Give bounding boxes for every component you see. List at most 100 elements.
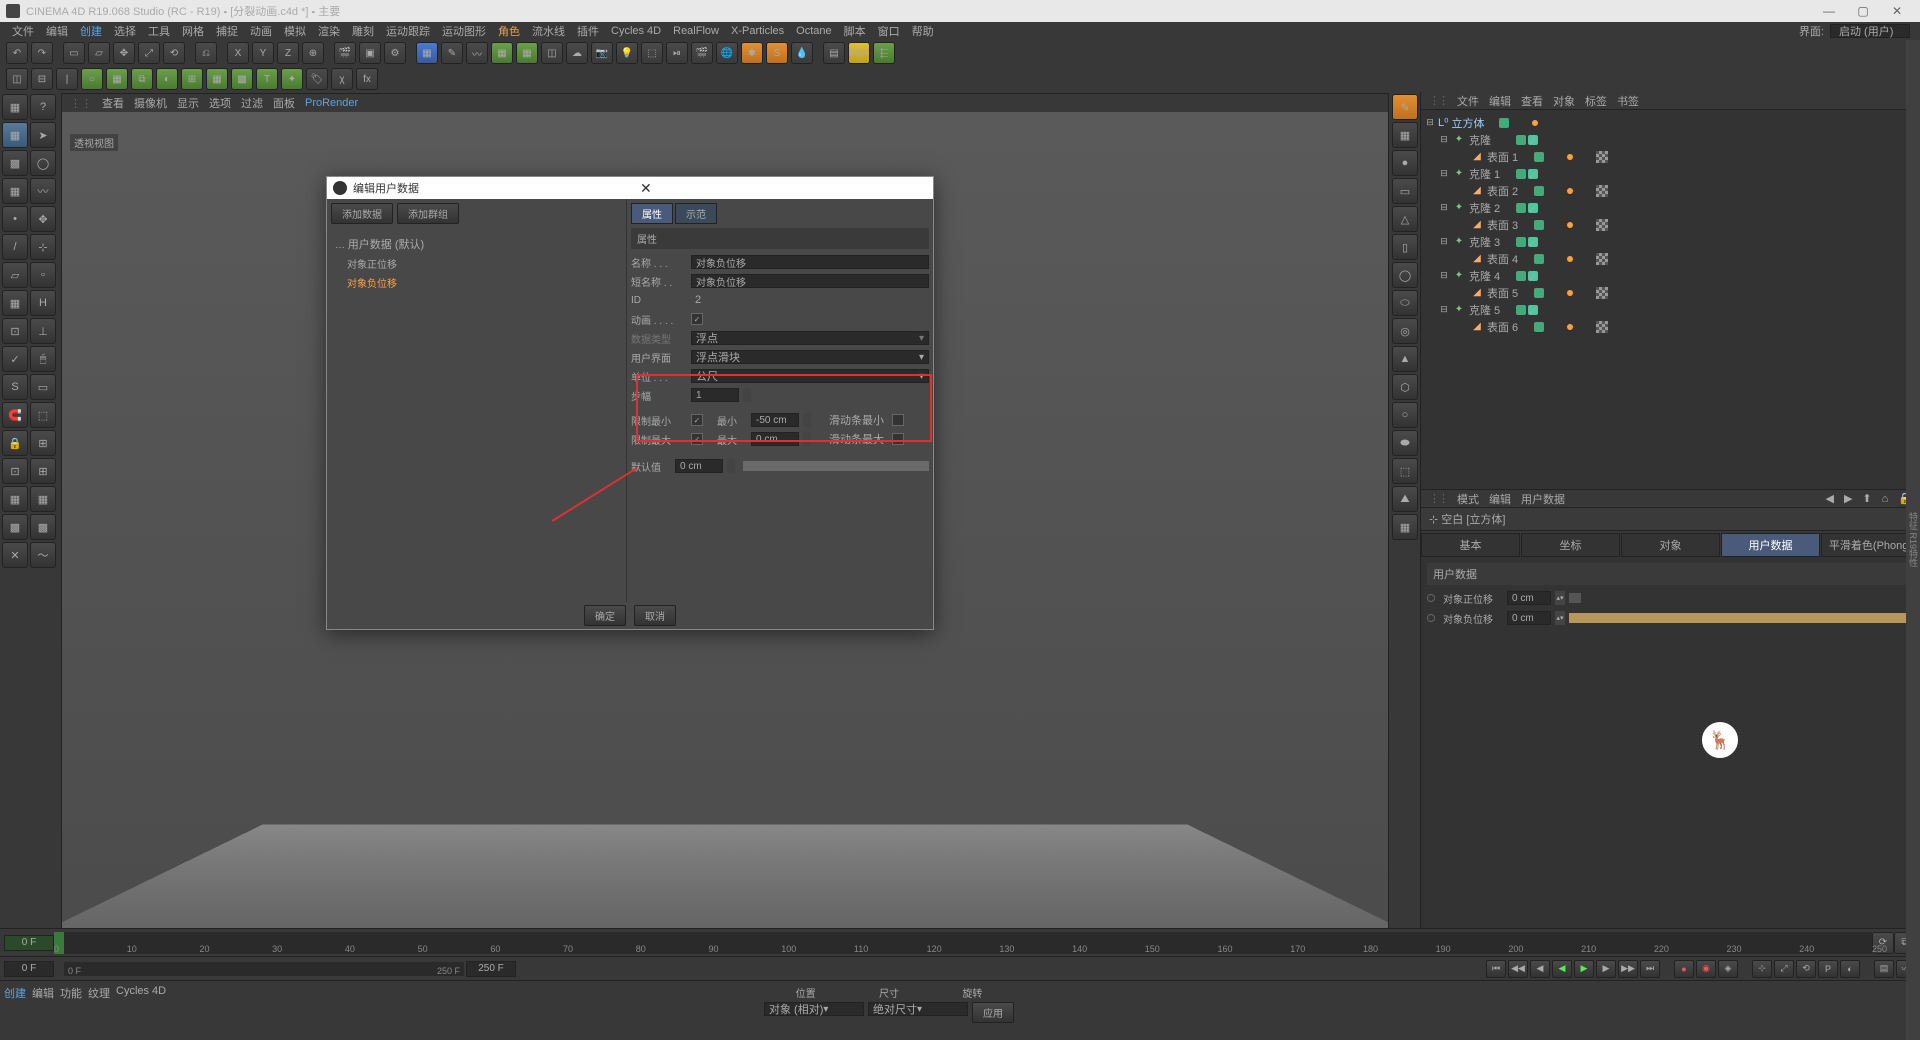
- move-tool-icon[interactable]: ✥: [30, 206, 56, 232]
- objmgr-menu-view[interactable]: 查看: [1521, 93, 1543, 109]
- vp-menu-panel[interactable]: 面板: [273, 95, 295, 111]
- cancel-button[interactable]: 取消: [634, 605, 676, 626]
- dlg-tab-attributes[interactable]: 属性: [631, 203, 673, 224]
- xpresso-icon[interactable]: χ: [331, 68, 353, 90]
- play-forward-icon[interactable]: ▶: [1574, 960, 1594, 978]
- poly-mode-icon[interactable]: ▱: [2, 262, 28, 288]
- menu-pipeline[interactable]: 流水线: [526, 23, 571, 39]
- point-mode-icon[interactable]: •: [2, 206, 28, 232]
- attr-menu-edit[interactable]: 编辑: [1489, 491, 1511, 507]
- prev-frame-icon[interactable]: ◀: [1530, 960, 1550, 978]
- menu-create[interactable]: 创建: [74, 23, 108, 39]
- normal-icon[interactable]: ⊥: [30, 318, 56, 344]
- range-slider[interactable]: 0 F 250 F: [64, 962, 464, 976]
- objmgr-menu-bookmarks[interactable]: 书签: [1617, 93, 1639, 109]
- slider-default[interactable]: [743, 461, 929, 471]
- rot-key-icon[interactable]: ⟲: [1796, 960, 1816, 978]
- ud-value-0[interactable]: 0 cm: [1507, 591, 1551, 605]
- timeline-start-frame[interactable]: 0 F: [4, 935, 54, 951]
- undo-icon[interactable]: ↶: [6, 42, 28, 64]
- texture-mode-icon[interactable]: ▩: [2, 150, 28, 176]
- goto-end-icon[interactable]: ⏭: [1640, 960, 1660, 978]
- minimize-button[interactable]: —: [1812, 4, 1846, 18]
- menu-snap[interactable]: 捕捉: [210, 23, 244, 39]
- edge-mode-icon[interactable]: /: [2, 234, 28, 260]
- fld-step[interactable]: 1: [691, 388, 739, 402]
- torus-obj-icon[interactable]: ◯: [1392, 262, 1418, 288]
- attr-menu-userdata[interactable]: 用户数据: [1521, 491, 1565, 507]
- tree-item-surface[interactable]: ◢表面 6: [1425, 318, 1916, 335]
- connect-icon[interactable]: ⊞: [181, 68, 203, 90]
- nav-fwd-icon[interactable]: ▶: [1844, 492, 1852, 505]
- intersect-snap-icon[interactable]: ✕: [2, 542, 28, 568]
- move-icon[interactable]: ✥: [113, 42, 135, 64]
- nurbs-icon[interactable]: ▦: [491, 42, 513, 64]
- light-icon[interactable]: 💡: [616, 42, 638, 64]
- brush-icon[interactable]: ✎: [1392, 94, 1418, 120]
- menu-select[interactable]: 选择: [108, 23, 142, 39]
- content-browser-icon[interactable]: ▤: [823, 42, 845, 64]
- coord-icon[interactable]: ⊕: [302, 42, 324, 64]
- effector-icon[interactable]: fx: [356, 68, 378, 90]
- dd-dtype[interactable]: 浮点▾: [691, 331, 929, 345]
- autokey-icon[interactable]: ◉: [1696, 960, 1716, 978]
- tree-item-cloner[interactable]: ⊟✦克隆 4✓: [1425, 267, 1916, 284]
- vp-menu-display[interactable]: 显示: [177, 95, 199, 111]
- lock-icon[interactable]: 🔒: [2, 430, 28, 456]
- next-key-icon[interactable]: ▶▶: [1618, 960, 1638, 978]
- relief-obj-icon[interactable]: ▦: [1392, 514, 1418, 540]
- spline-snap-icon[interactable]: 〜: [30, 542, 56, 568]
- lod-icon[interactable]: ▦: [206, 68, 228, 90]
- keyframe-sel-icon[interactable]: ◈: [1718, 960, 1738, 978]
- vp-menu-camera[interactable]: 摄像机: [134, 95, 167, 111]
- redo-icon[interactable]: ↷: [31, 42, 53, 64]
- uv-point-icon[interactable]: ⊡: [2, 318, 28, 344]
- bend-icon[interactable]: ⬱: [873, 42, 895, 64]
- ud-slider-0[interactable]: [1569, 593, 1581, 603]
- tree-item-cloner[interactable]: ⊟✦克隆 1✓: [1425, 165, 1916, 182]
- ud-slider-1[interactable]: [1569, 613, 1914, 623]
- fld-shortname[interactable]: 对象负位移: [691, 274, 929, 288]
- capsule-obj-icon[interactable]: ⬭: [1392, 290, 1418, 316]
- scale-tool-icon[interactable]: ▫: [30, 262, 56, 288]
- mat-tab-edit[interactable]: 编辑: [32, 985, 54, 1036]
- mat-tab-create[interactable]: 创建: [4, 985, 26, 1036]
- ud-tree-root[interactable]: … 用户数据 (默认): [333, 234, 620, 254]
- menu-tools[interactable]: 工具: [142, 23, 176, 39]
- lasso-icon[interactable]: ◯: [30, 150, 56, 176]
- symmetry-icon[interactable]: ⧉: [131, 68, 153, 90]
- apply-button[interactable]: 应用: [972, 1002, 1014, 1023]
- text-icon[interactable]: T: [256, 68, 278, 90]
- menu-cycles4d[interactable]: Cycles 4D: [605, 25, 667, 37]
- current-frame-field[interactable]: 0 F: [4, 961, 54, 977]
- scale-key-icon[interactable]: ⤢: [1774, 960, 1794, 978]
- deformer-icon[interactable]: ◫: [541, 42, 563, 64]
- menu-help[interactable]: 帮助: [906, 23, 940, 39]
- axis-x-icon[interactable]: X: [227, 42, 249, 64]
- tube-obj-icon[interactable]: ◎: [1392, 318, 1418, 344]
- render-view-icon[interactable]: 🎬: [334, 42, 356, 64]
- vp-menu-prorender[interactable]: ProRender: [305, 97, 358, 109]
- ud-value-1[interactable]: 0 cm: [1507, 611, 1551, 625]
- fld-max[interactable]: 0 cm: [751, 432, 799, 446]
- chk-limit-max[interactable]: ✓: [691, 433, 703, 445]
- globe-icon[interactable]: 🌐: [716, 42, 738, 64]
- select-rect-icon[interactable]: ▱: [88, 42, 110, 64]
- take-icon[interactable]: 🎬: [691, 42, 713, 64]
- param-key-icon[interactable]: P: [1818, 960, 1838, 978]
- mouse-icon[interactable]: 🖱: [30, 346, 56, 372]
- spline-pen-icon[interactable]: ✎: [441, 42, 463, 64]
- nav-up-icon[interactable]: ⬆: [1862, 492, 1871, 505]
- tree-root[interactable]: ⊟L⁰立方体: [1425, 114, 1916, 131]
- right-edge-strip[interactable]: 特征 R19特性: [1906, 40, 1920, 1040]
- menu-sculpt[interactable]: 雕刻: [346, 23, 380, 39]
- spinner-icon[interactable]: [803, 432, 811, 446]
- menu-script[interactable]: 脚本: [838, 23, 872, 39]
- tab-coord[interactable]: 坐标: [1521, 533, 1620, 557]
- dd-unit[interactable]: 公尺▾: [691, 369, 929, 383]
- spinner-icon[interactable]: [803, 413, 811, 427]
- pos-key-icon[interactable]: ⊹: [1752, 960, 1772, 978]
- tree-item-cloner[interactable]: ⊟✦克隆 2✓: [1425, 199, 1916, 216]
- object-tree[interactable]: ⊟L⁰立方体 ⊟✦克隆✓◢表面 1⊟✦克隆 1✓◢表面 2⊟✦克隆 2✓◢表面 …: [1421, 110, 1920, 489]
- mat-tab-function[interactable]: 功能: [60, 985, 82, 1036]
